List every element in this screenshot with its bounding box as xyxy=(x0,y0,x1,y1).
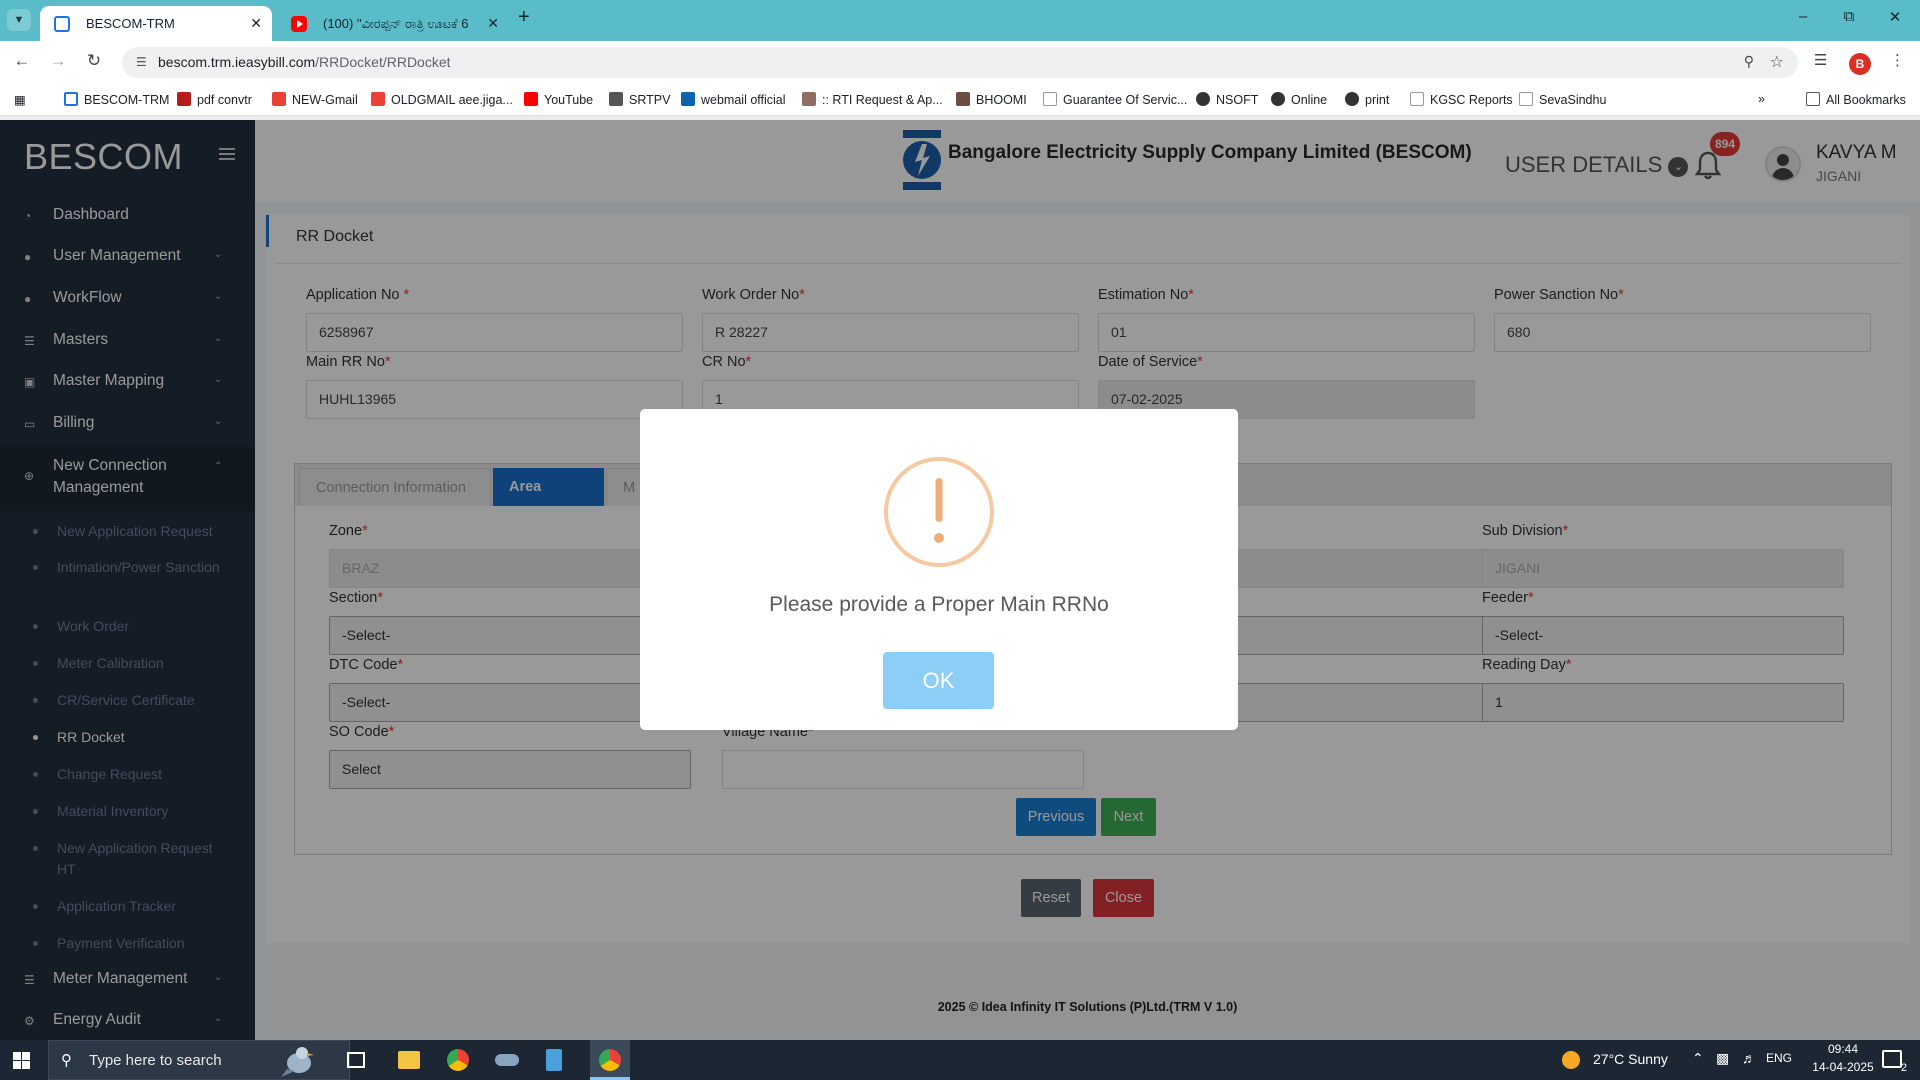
minimize-icon[interactable]: – xyxy=(1788,8,1818,25)
tab-close-icon[interactable]: ✕ xyxy=(487,6,499,41)
zoom-icon[interactable]: ⚲ xyxy=(1744,53,1754,70)
taskbar-search-box[interactable]: ⚲ Type here to search xyxy=(48,1040,350,1080)
bookmark-online[interactable]: Online xyxy=(1271,92,1327,107)
file-explorer-icon[interactable] xyxy=(398,1051,420,1069)
site-info-icon[interactable]: ☰ xyxy=(136,55,151,70)
app-icon[interactable] xyxy=(495,1054,519,1066)
url-text: bescom.trm.ieasybill.com/RRDocket/RRDock… xyxy=(158,54,451,70)
bookmark-bescom-trm[interactable]: BESCOM-TRM xyxy=(64,92,169,107)
volume-icon[interactable]: ♬ xyxy=(1742,1050,1756,1066)
address-bar[interactable]: ☰ bescom.trm.ieasybill.com/RRDocket/RRDo… xyxy=(122,47,1798,78)
more-bookmarks-icon[interactable]: » xyxy=(1758,92,1765,106)
bookmark-guarantee[interactable]: Guarantee Of Servic... xyxy=(1043,92,1187,107)
bookmark-srtpv[interactable]: SRTPV xyxy=(609,92,670,107)
bookmark-nsoft[interactable]: NSOFT xyxy=(1196,92,1258,107)
apps-grid-icon[interactable]: ▦ xyxy=(14,92,26,107)
task-view-icon[interactable] xyxy=(347,1052,365,1068)
bookmark-new-gmail[interactable]: NEW-Gmail xyxy=(272,92,358,107)
browser-tab-strip: ▼ BESCOM-TRM ✕ (100) "ವೀರಪ್ಪನ್ ರಾತ್ರಿ ಊಟ… xyxy=(0,0,1920,41)
alert-message: Please provide a Proper Main RRNo xyxy=(769,593,1109,616)
tab-title: (100) "ವೀರಪ್ಪನ್ ರಾತ್ರಿ ಊಟಕೆ 6 xyxy=(323,16,469,31)
windows-taskbar: ⚲ Type here to search 27°C Sunny ⌃ ▩ ♬ E… xyxy=(0,1040,1920,1080)
bookmark-bhoomi[interactable]: BHOOMI xyxy=(956,92,1027,107)
profile-avatar[interactable]: B xyxy=(1849,53,1871,75)
browser-menu-icon[interactable]: ⋮ xyxy=(1890,51,1905,69)
taskbar-active-chrome[interactable] xyxy=(590,1040,630,1080)
all-bookmarks[interactable]: All Bookmarks xyxy=(1806,92,1906,107)
alert-dialog: Please provide a Proper Main RRNo OK xyxy=(640,409,1238,730)
search-placeholder: Type here to search xyxy=(89,1052,222,1069)
tab-close-icon[interactable]: ✕ xyxy=(250,6,262,41)
chrome-icon xyxy=(599,1049,621,1071)
bookmarks-bar: ▦ BESCOM-TRM pdf convtr NEW-Gmail OLDGMA… xyxy=(0,84,1920,116)
bird-illustration-icon xyxy=(281,1047,314,1077)
browser-toolbar: ← → ↻ ☰ bescom.trm.ieasybill.com/RRDocke… xyxy=(0,41,1920,84)
restore-icon[interactable]: ⧉ xyxy=(1834,8,1864,25)
ok-button[interactable]: OK xyxy=(883,652,994,709)
url-path: /RRDocket/RRDocket xyxy=(315,54,451,70)
media-controls-icon[interactable]: ☰ xyxy=(1814,51,1827,69)
tray-chevron-up-icon[interactable]: ⌃ xyxy=(1692,1050,1704,1067)
bookmark-youtube[interactable]: YouTube xyxy=(524,92,593,107)
browser-tab-youtube[interactable]: (100) "ವೀರಪ್ಪನ್ ರಾತ್ರಿ ಊಟಕೆ 6 ✕ xyxy=(277,6,509,41)
bookmark-print[interactable]: print xyxy=(1345,92,1389,107)
notification-center-count: 2 xyxy=(1900,1062,1907,1074)
window-close-icon[interactable]: ✕ xyxy=(1880,8,1910,26)
back-icon[interactable]: ← xyxy=(10,51,34,71)
weather-text[interactable]: 27°C Sunny xyxy=(1593,1051,1668,1067)
weather-sun-icon[interactable] xyxy=(1562,1051,1580,1069)
language-indicator[interactable]: ENG xyxy=(1766,1051,1792,1065)
bookmark-star-icon[interactable]: ☆ xyxy=(1770,52,1784,72)
youtube-favicon-icon xyxy=(291,16,307,32)
url-host: bescom.trm.ieasybill.com xyxy=(158,54,316,70)
tab-title: BESCOM-TRM xyxy=(86,16,175,31)
warning-icon xyxy=(884,457,994,567)
chrome-icon[interactable] xyxy=(447,1049,469,1071)
forward-icon[interactable]: → xyxy=(46,51,70,71)
bookmark-webmail[interactable]: webmail official xyxy=(681,92,786,107)
calculator-icon[interactable] xyxy=(546,1049,562,1071)
reload-icon[interactable]: ↻ xyxy=(82,51,106,71)
notification-center-icon[interactable]: 2 xyxy=(1882,1050,1907,1074)
bookmark-sevasindhu[interactable]: SevaSindhu xyxy=(1519,92,1606,107)
bescom-favicon-icon xyxy=(54,16,70,32)
clock-date[interactable]: 14-04-2025 xyxy=(1805,1060,1881,1074)
bookmark-pdf-convtr[interactable]: pdf convtr xyxy=(177,92,252,107)
browser-tab-bescom[interactable]: BESCOM-TRM ✕ xyxy=(40,6,272,41)
bookmark-kgsc-reports[interactable]: KGSC Reports xyxy=(1410,92,1513,107)
tab-search-button[interactable]: ▼ xyxy=(7,9,31,31)
clock-time[interactable]: 09:44 xyxy=(1805,1042,1881,1056)
bookmark-oldgmail[interactable]: OLDGMAIL aee.jiga... xyxy=(371,92,513,107)
windows-start-icon[interactable] xyxy=(13,1052,30,1069)
search-icon: ⚲ xyxy=(61,1052,72,1069)
network-icon[interactable]: ▩ xyxy=(1716,1050,1729,1067)
new-tab-icon[interactable]: + xyxy=(518,6,530,29)
bookmark-rti[interactable]: :: RTI Request & Ap... xyxy=(802,92,943,107)
